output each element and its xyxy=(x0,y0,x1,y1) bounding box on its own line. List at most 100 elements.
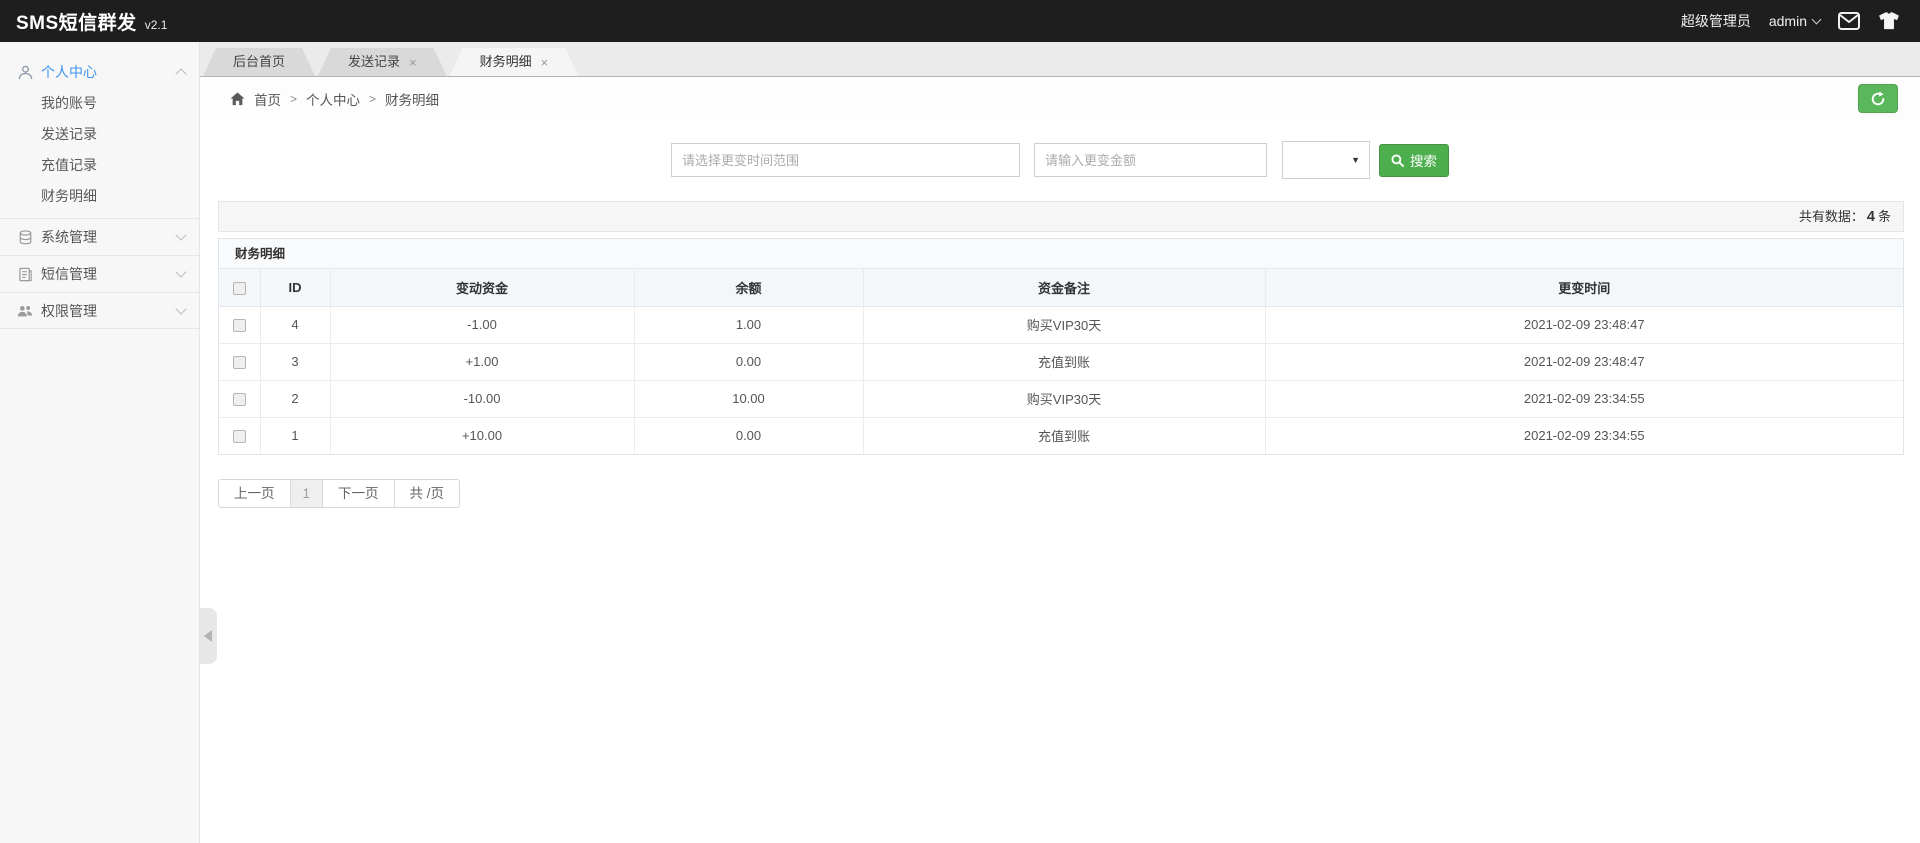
pagination-prev[interactable]: 上一页 xyxy=(219,480,291,507)
triangle-left-icon xyxy=(203,630,212,642)
breadcrumb-bar: 首页 > 个人中心 > 财务明细 xyxy=(200,77,1920,120)
pagination: 上一页 1 下一页 共 /页 xyxy=(218,479,461,508)
header-change: 变动资金 xyxy=(330,269,635,307)
header-time: 更变时间 xyxy=(1265,269,1903,307)
breadcrumb-separator: > xyxy=(290,91,298,106)
cell-id: 1 xyxy=(260,417,331,454)
search-button-label: 搜索 xyxy=(1410,154,1437,169)
topbar: SMS短信群发 v2.1 超级管理员 admin xyxy=(0,0,1920,42)
sidebar-item-label: 个人中心 xyxy=(41,64,97,80)
users-icon xyxy=(16,304,34,318)
chevron-up-icon xyxy=(175,68,187,80)
select-caret-icon: ▼ xyxy=(1351,155,1360,165)
breadcrumb-current: 财务明细 xyxy=(385,92,440,108)
row-checkbox[interactable] xyxy=(232,393,246,407)
cell-time: 2021-02-09 23:34:55 xyxy=(1523,428,1645,444)
app-brand: SMS短信群发 v2.1 xyxy=(16,8,167,35)
sidebar-item-my-account[interactable]: 我的账号 xyxy=(0,88,199,119)
search-icon xyxy=(1391,153,1404,167)
stats-label: 共有数据： xyxy=(1798,209,1864,224)
mail-icon[interactable] xyxy=(1838,12,1860,30)
database-icon xyxy=(16,229,34,245)
amount-input[interactable] xyxy=(1034,143,1267,177)
sidebar-submenu: 我的账号 发送记录 充值记录 财务明细 xyxy=(0,88,199,212)
row-checkbox[interactable] xyxy=(232,356,246,370)
sidebar-item-permission-management[interactable]: 权限管理 xyxy=(0,292,199,329)
sidebar-item-system-management[interactable]: 系统管理 xyxy=(0,218,199,255)
breadcrumb-home[interactable]: 首页 xyxy=(254,89,281,109)
refresh-button[interactable] xyxy=(1858,84,1898,113)
app-title: SMS短信群发 xyxy=(16,12,137,34)
sidebar-item-personal-center[interactable]: 个人中心 xyxy=(0,56,199,88)
table-header-row: ID 变动资金 余额 资金备注 更变时间 xyxy=(219,269,1903,307)
sidebar-item-sms-management[interactable]: 短信管理 xyxy=(0,255,199,292)
cell-change: -10.00 xyxy=(330,380,635,418)
cell-change: +1.00 xyxy=(330,343,635,381)
cell-remark: 购买VIP30天 xyxy=(863,380,1266,418)
user-icon xyxy=(16,65,34,80)
username: admin xyxy=(1768,13,1807,29)
chevron-down-icon xyxy=(175,302,187,315)
table-row: 3 +1.00 0.00 充值到账 2021-02-09 23:48:47 xyxy=(219,343,1903,381)
table-row: 2 -10.00 10.00 购买VIP30天 2021-02-09 23:34… xyxy=(219,380,1903,418)
sidebar: 个人中心 我的账号 发送记录 充值记录 财务明细 系统管理 短信管理 权限管理 xyxy=(0,42,200,843)
breadcrumb-separator: > xyxy=(369,91,377,106)
pagination-total: 共 /页 xyxy=(409,486,445,501)
tab-label: 发送记录 xyxy=(348,54,401,69)
sidebar-item-recharge-records[interactable]: 充值记录 xyxy=(0,150,199,181)
stats-bar: 共有数据： 4 条 xyxy=(218,201,1904,232)
select-all-checkbox[interactable] xyxy=(232,281,246,295)
time-range-input[interactable] xyxy=(671,143,1020,177)
search-button[interactable]: 搜索 xyxy=(1379,143,1449,177)
cell-remark: 购买VIP30天 xyxy=(863,306,1266,344)
sidebar-item-label: 短信管理 xyxy=(41,266,97,282)
main-content: 后台首页 发送记录 × 财务明细 × 首页 > 个人中心 > 财务明细 请选择更… xyxy=(200,42,1920,843)
sidebar-collapse-handle[interactable] xyxy=(200,608,217,664)
app-version: v2.1 xyxy=(144,17,168,32)
filter-select[interactable]: ▼ xyxy=(1282,141,1370,179)
cell-time: 2021-02-09 23:48:47 xyxy=(1265,343,1903,381)
message-icon xyxy=(16,267,34,282)
table-row: 1 +10.00 0.00 充值到账 2021-02-09 23:34:55 xyxy=(219,417,1903,454)
tab-send-records[interactable]: 发送记录 × xyxy=(318,48,447,76)
cell-balance: 0.00 xyxy=(634,417,864,454)
cell-balance: 1.00 xyxy=(634,306,864,344)
home-icon xyxy=(230,92,245,106)
tab-finance-detail[interactable]: 财务明细 × xyxy=(450,48,579,76)
cell-time: 2021-02-09 23:48:47 xyxy=(1265,306,1903,344)
cell-change: -1.00 xyxy=(330,306,635,344)
tab-dashboard[interactable]: 后台首页 xyxy=(203,48,315,76)
header-checkbox-cell xyxy=(219,269,261,307)
cell-time: 2021-02-09 23:34:55 xyxy=(1265,380,1903,418)
row-checkbox[interactable] xyxy=(232,319,246,333)
sidebar-item-send-records[interactable]: 发送记录 xyxy=(0,119,199,150)
sidebar-item-label: 权限管理 xyxy=(41,302,97,319)
tab-close-icon[interactable]: × xyxy=(541,56,549,69)
user-role-label: 超级管理员 xyxy=(1680,13,1751,29)
header-balance: 余额 xyxy=(634,269,864,307)
table-row: 4 -1.00 1.00 购买VIP30天 2021-02-09 23:48:4… xyxy=(219,306,1903,344)
tab-bar: 后台首页 发送记录 × 财务明细 × xyxy=(200,42,1920,77)
cell-id: 4 xyxy=(260,306,331,344)
finance-panel: 财务明细 ID 变动资金 余额 资金备注 更变时间 4 -1.00 1.00 购… xyxy=(218,238,1904,455)
tab-label: 后台首页 xyxy=(233,54,286,69)
breadcrumb: 首页 > 个人中心 > 财务明细 xyxy=(230,89,439,109)
cell-id: 3 xyxy=(260,343,331,381)
sidebar-item-finance-detail[interactable]: 财务明细 xyxy=(0,181,199,212)
breadcrumb-personal-center[interactable]: 个人中心 xyxy=(306,89,360,109)
stats-unit: 条 xyxy=(1877,209,1891,224)
user-menu[interactable]: admin xyxy=(1768,13,1822,29)
tab-label: 财务明细 xyxy=(479,54,532,69)
tshirt-theme-icon[interactable] xyxy=(1878,12,1900,30)
header-id: ID xyxy=(260,269,331,307)
pagination-next[interactable]: 下一页 xyxy=(323,480,395,507)
row-checkbox[interactable] xyxy=(232,430,246,444)
cell-balance: 0.00 xyxy=(634,343,864,381)
pagination-current-page[interactable]: 1 xyxy=(290,480,324,507)
search-toolbar: ▼ 搜索 xyxy=(200,141,1920,179)
tab-close-icon[interactable]: × xyxy=(409,56,417,69)
cell-id: 2 xyxy=(260,380,331,418)
sidebar-item-label: 系统管理 xyxy=(41,229,97,245)
cell-balance: 10.00 xyxy=(634,380,864,418)
header-remark: 资金备注 xyxy=(863,269,1266,307)
